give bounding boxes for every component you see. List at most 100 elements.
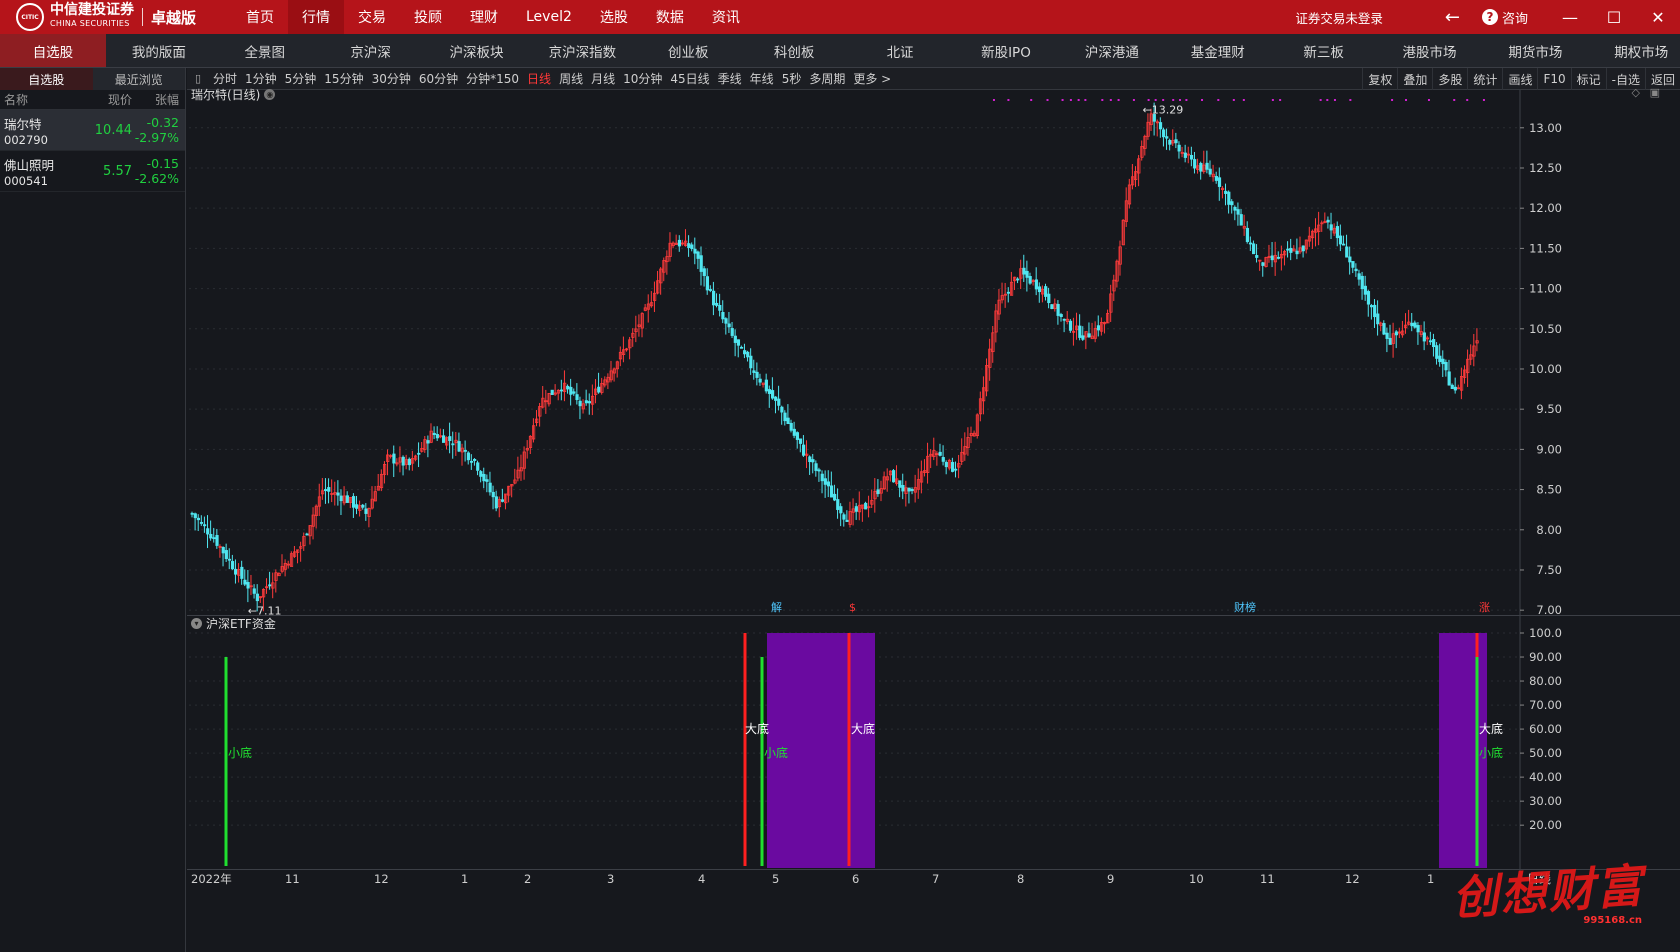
candle-body xyxy=(820,473,824,482)
candle-body xyxy=(1248,242,1253,245)
signal-dot xyxy=(1117,99,1120,101)
market-tab-7[interactable]: 科创板 xyxy=(741,34,847,67)
candle-body xyxy=(240,566,244,579)
period-11[interactable]: 45日线 xyxy=(666,70,713,87)
market-tab-15[interactable]: 期权市场 xyxy=(1588,34,1680,67)
tool-1[interactable]: 叠加 xyxy=(1397,68,1432,90)
topnav-6[interactable]: 选股 xyxy=(586,0,642,34)
tool-2[interactable]: 多股 xyxy=(1432,68,1467,90)
collapse-icon[interactable]: ▾ xyxy=(191,618,202,629)
period-10[interactable]: 10分钟 xyxy=(619,70,666,87)
market-tab-6[interactable]: 创业板 xyxy=(635,34,741,67)
tool-4[interactable]: 画线 xyxy=(1502,68,1537,90)
market-tab-8[interactable]: 北证 xyxy=(847,34,953,67)
diamond-icon[interactable]: ◇ xyxy=(1632,86,1640,99)
close-icon[interactable]: ✕ xyxy=(1636,0,1680,34)
tab-watchlist[interactable]: 自选股 xyxy=(0,68,93,90)
period-6[interactable]: 分钟*150 xyxy=(462,70,523,87)
topnav-2[interactable]: 交易 xyxy=(344,0,400,34)
tab-recent[interactable]: 最近浏览 xyxy=(92,68,185,90)
watchlist-row[interactable]: 瑞尔特 002790 10.44 -0.32 -2.97% xyxy=(0,110,185,151)
period-toolbar: ▯ 分时 1分钟 5分钟 15分钟 30分钟 60分钟 分钟*150 日线 周线 月线 10分钟 45… xyxy=(187,68,1680,90)
candle-body xyxy=(1394,331,1399,336)
candle-body xyxy=(1034,279,1038,290)
topnav-1[interactable]: 行情 xyxy=(288,0,344,34)
market-tab-3[interactable]: 京沪深 xyxy=(318,34,424,67)
period-7[interactable]: 日线 xyxy=(523,70,555,87)
stock-name-box: 佛山照明 000541 xyxy=(4,153,84,189)
chart-area[interactable]: 13.00 12.50 12.00 11.50 11.00 10.50 10.00 9.50 9… xyxy=(187,86,1680,952)
period-8[interactable]: 周线 xyxy=(555,70,587,87)
topnav-7[interactable]: 数据 xyxy=(642,0,698,34)
header-name[interactable]: 名称 xyxy=(4,91,84,108)
header-change[interactable]: 张幅 xyxy=(132,91,181,108)
candle-body xyxy=(705,276,710,291)
signal-dot xyxy=(1179,99,1182,101)
period-3[interactable]: 15分钟 xyxy=(320,70,367,87)
period-15[interactable]: 多周期 xyxy=(805,70,849,87)
market-tab-1[interactable]: 我的版面 xyxy=(106,34,212,67)
market-tab-2[interactable]: 全景图 xyxy=(212,34,318,67)
maximize-icon[interactable]: ☐ xyxy=(1592,0,1636,34)
candle-body xyxy=(901,484,905,492)
topnav-3[interactable]: 投顾 xyxy=(400,0,456,34)
period-1[interactable]: 1分钟 xyxy=(241,70,281,87)
chart-canvas[interactable]: 13.00 12.50 12.00 11.50 11.00 10.50 10.00 9.50 9… xyxy=(187,90,1680,952)
login-status[interactable]: 证券交易未登录 xyxy=(1295,8,1383,27)
period-9[interactable]: 月线 xyxy=(587,70,619,87)
watchlist-row[interactable]: 佛山照明 000541 5.57 -0.15 -2.62% xyxy=(0,151,185,192)
candle-body xyxy=(305,533,309,536)
candle-body xyxy=(473,458,477,461)
period-16[interactable]: 更多 > xyxy=(849,70,895,87)
tool-6[interactable]: 标记 xyxy=(1570,68,1606,90)
stock-name-box: 瑞尔特 002790 xyxy=(4,112,84,148)
topnav-0[interactable]: 首页 xyxy=(232,0,288,34)
topnav-8[interactable]: 资讯 xyxy=(698,0,754,34)
minimize-icon[interactable]: — xyxy=(1548,0,1592,34)
period-2[interactable]: 5分钟 xyxy=(281,70,321,87)
period-14[interactable]: 5秒 xyxy=(778,70,806,87)
market-tab-4[interactable]: 沪深板块 xyxy=(424,34,530,67)
tool-0[interactable]: 复权 xyxy=(1362,68,1397,90)
panel-icon[interactable]: ▣ xyxy=(1650,86,1660,99)
candle-body xyxy=(215,535,219,546)
candle-body xyxy=(774,396,778,401)
candle-body xyxy=(463,449,467,452)
candle-body xyxy=(1233,206,1237,211)
indicator-y-tick: 20.00 xyxy=(1529,818,1562,832)
topnav-4[interactable]: 理财 xyxy=(456,0,512,34)
tool-5[interactable]: F10 xyxy=(1537,68,1570,90)
period-4[interactable]: 30分钟 xyxy=(368,70,415,87)
back-arrow-icon[interactable]: ← xyxy=(1445,7,1460,28)
header-price[interactable]: 现价 xyxy=(84,91,132,108)
period-0[interactable]: 分时 xyxy=(209,70,241,87)
indicator-label: 大底 xyxy=(1479,721,1503,736)
signal-dot xyxy=(1482,99,1485,101)
candle-body xyxy=(1016,278,1020,281)
period-12[interactable]: 季线 xyxy=(714,70,746,87)
indicator-y-tick: 60.00 xyxy=(1529,722,1562,736)
event-marker: 解 xyxy=(771,600,782,614)
market-tab-9[interactable]: 新股IPO xyxy=(953,34,1059,67)
market-tab-14[interactable]: 期货市场 xyxy=(1482,34,1588,67)
candle-body xyxy=(696,251,700,259)
settings-dot-icon[interactable]: ◉ xyxy=(264,89,276,100)
sidebar-toggle-icon[interactable]: ▯ xyxy=(187,72,209,85)
candle-body xyxy=(566,385,570,390)
market-tab-10[interactable]: 沪深港通 xyxy=(1059,34,1165,67)
y-tick-label: 10.00 xyxy=(1529,362,1562,376)
period-5[interactable]: 60分钟 xyxy=(415,70,462,87)
candle-body xyxy=(401,456,405,466)
candle-body xyxy=(1193,159,1197,169)
market-tab-13[interactable]: 港股市场 xyxy=(1377,34,1483,67)
topnav-5[interactable]: Level2 xyxy=(512,0,586,34)
period-13[interactable]: 年线 xyxy=(746,70,778,87)
candle-body xyxy=(786,417,790,425)
tool-3[interactable]: 统计 xyxy=(1467,68,1502,90)
market-tab-12[interactable]: 新三板 xyxy=(1271,34,1377,67)
market-tab-5[interactable]: 京沪深指数 xyxy=(529,34,635,67)
consult-button[interactable]: ? 咨询 xyxy=(1481,8,1528,27)
candle-body xyxy=(693,248,697,254)
market-tab-11[interactable]: 基金理财 xyxy=(1165,34,1271,67)
market-tab-0[interactable]: 自选股 xyxy=(0,34,106,67)
